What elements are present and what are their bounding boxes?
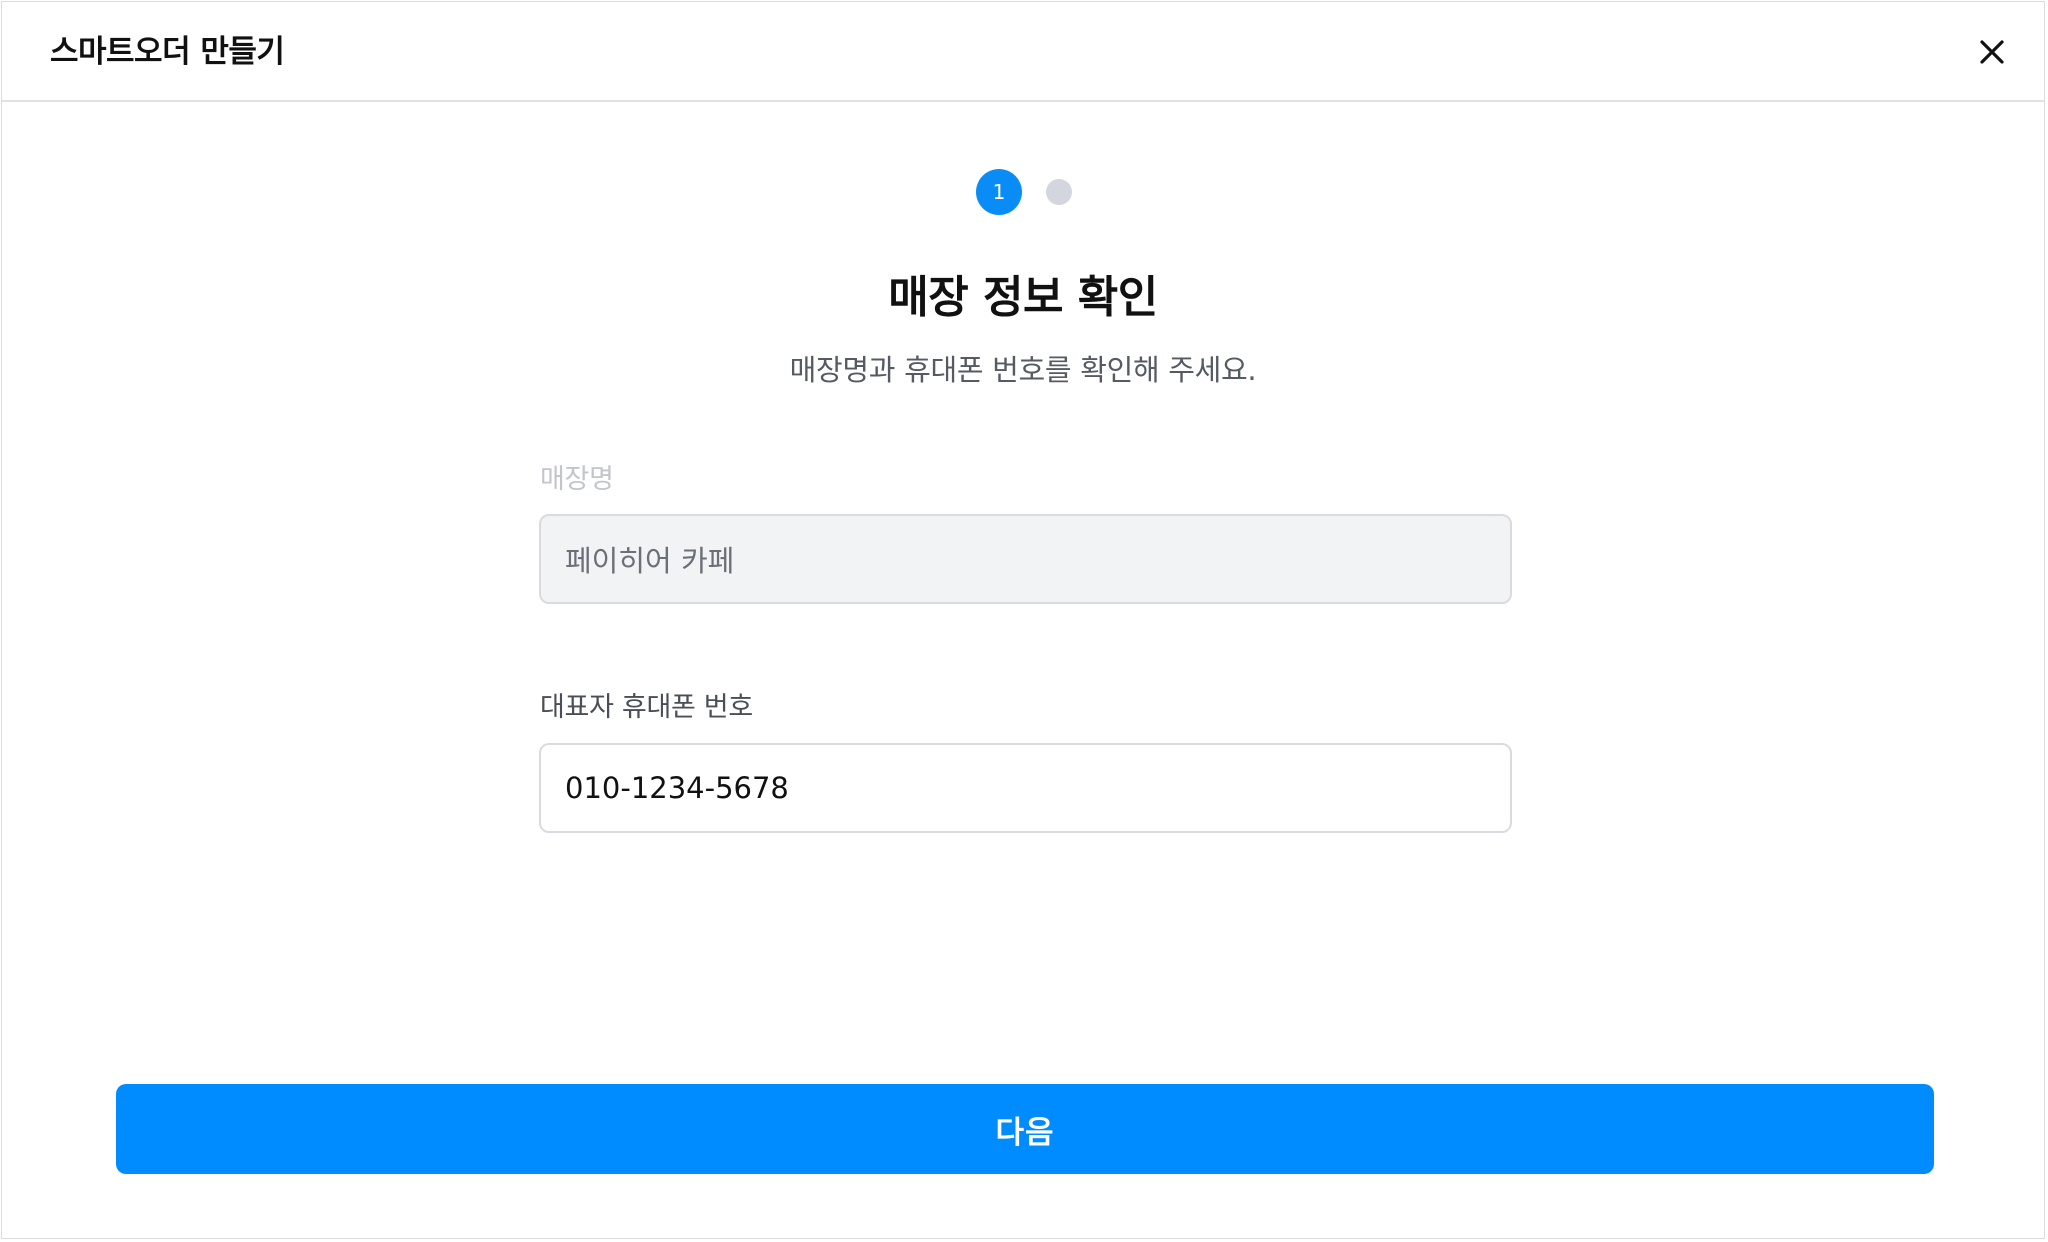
phone-label: 대표자 휴대폰 번호	[540, 692, 753, 723]
page-title: 매장 정보 확인	[888, 272, 1158, 323]
phone-input[interactable]	[539, 743, 1512, 833]
store-name-input	[539, 514, 1512, 604]
dialog-header: 스마트오더 만들기	[2, 2, 2044, 102]
step-indicator: 1	[976, 168, 1072, 216]
close-icon	[1980, 40, 2004, 64]
next-button[interactable]: 다음	[116, 1084, 1934, 1174]
smart-order-dialog: 스마트오더 만들기 1 매장 정보 확인 매장명과 휴대폰 번호를 확인해 주세…	[1, 1, 2045, 1239]
close-button[interactable]	[1970, 30, 2014, 74]
step-2-dot	[1046, 179, 1072, 205]
page-subtitle: 매장명과 휴대폰 번호를 확인해 주세요.	[789, 353, 1257, 387]
step-1-dot: 1	[976, 169, 1022, 215]
store-name-label: 매장명	[540, 464, 614, 495]
dialog-title: 스마트오더 만들기	[50, 34, 285, 70]
